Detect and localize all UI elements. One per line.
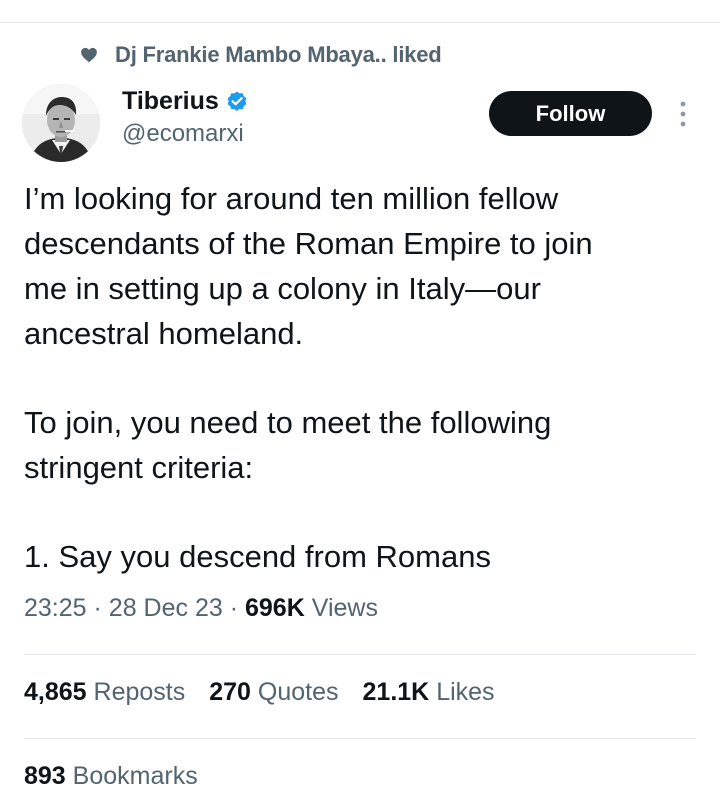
views-label: Views — [311, 594, 378, 622]
tweet-line: stringent criteria: — [24, 450, 254, 485]
divider — [24, 654, 696, 655]
bookmarks-stat[interactable]: 893 Bookmarks — [24, 762, 198, 791]
more-options-icon[interactable] — [672, 98, 694, 130]
top-divider — [0, 22, 720, 23]
views-count: 696K — [245, 594, 305, 622]
quotes-label: Quotes — [257, 678, 339, 706]
likes-stat[interactable]: 21.1K Likes — [363, 678, 495, 707]
tweet-line: ancestral homeland. — [24, 316, 304, 351]
quotes-count: 270 — [209, 678, 251, 706]
tweet-line: I’m looking for around ten million fello… — [24, 181, 559, 216]
quotes-stat[interactable]: 270 Quotes — [209, 678, 338, 707]
tweet-line: me in setting up a colony in Italy—our — [24, 271, 541, 306]
verified-badge-icon — [225, 89, 249, 113]
meta-separator: · — [93, 594, 109, 622]
author-handle[interactable]: @ecomarxi — [122, 120, 244, 148]
tweet-line: descendants of the Roman Empire to join — [24, 226, 593, 261]
social-context[interactable]: Dj Frankie Mambo Mbaya.. liked — [80, 40, 442, 70]
engagement-stats: 4,865 Reposts 270 Quotes 21.1K Likes — [24, 678, 519, 707]
divider — [24, 738, 696, 739]
heart-icon — [80, 46, 98, 64]
social-context-text: Dj Frankie Mambo Mbaya.. liked — [115, 42, 442, 67]
meta-separator: · — [229, 594, 245, 622]
author-name-row[interactable]: Tiberius — [122, 84, 249, 118]
author-name[interactable]: Tiberius — [122, 87, 219, 116]
bookmarks-label: Bookmarks — [72, 762, 198, 790]
follow-button[interactable]: Follow — [489, 91, 652, 136]
reposts-label: Reposts — [93, 678, 186, 706]
tweet-date[interactable]: 28 Dec 23 — [109, 594, 223, 622]
likes-label: Likes — [436, 678, 495, 706]
reposts-stat[interactable]: 4,865 Reposts — [24, 678, 185, 707]
tweet-meta: 23:25 · 28 Dec 23 · 696K Views — [24, 594, 378, 623]
tweet-line: To join, you need to meet the following — [24, 405, 552, 440]
avatar[interactable] — [22, 84, 100, 162]
avatar-portrait — [22, 84, 100, 162]
tweet-text: I’m looking for around ten million fello… — [24, 176, 694, 579]
bookmarks-count: 893 — [24, 762, 66, 790]
reposts-count: 4,865 — [24, 678, 87, 706]
tweet-line: 1. Say you descend from Romans — [24, 539, 491, 574]
tweet-time[interactable]: 23:25 — [24, 594, 87, 622]
likes-count: 21.1K — [362, 678, 430, 706]
